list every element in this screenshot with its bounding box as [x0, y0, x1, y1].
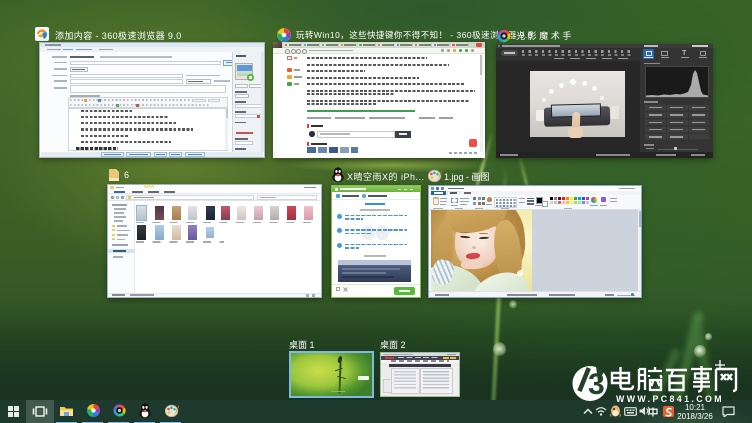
svg-text:WWW.PC841.COM: WWW.PC841.COM — [616, 394, 724, 404]
svg-text:3: 3 — [588, 368, 605, 401]
